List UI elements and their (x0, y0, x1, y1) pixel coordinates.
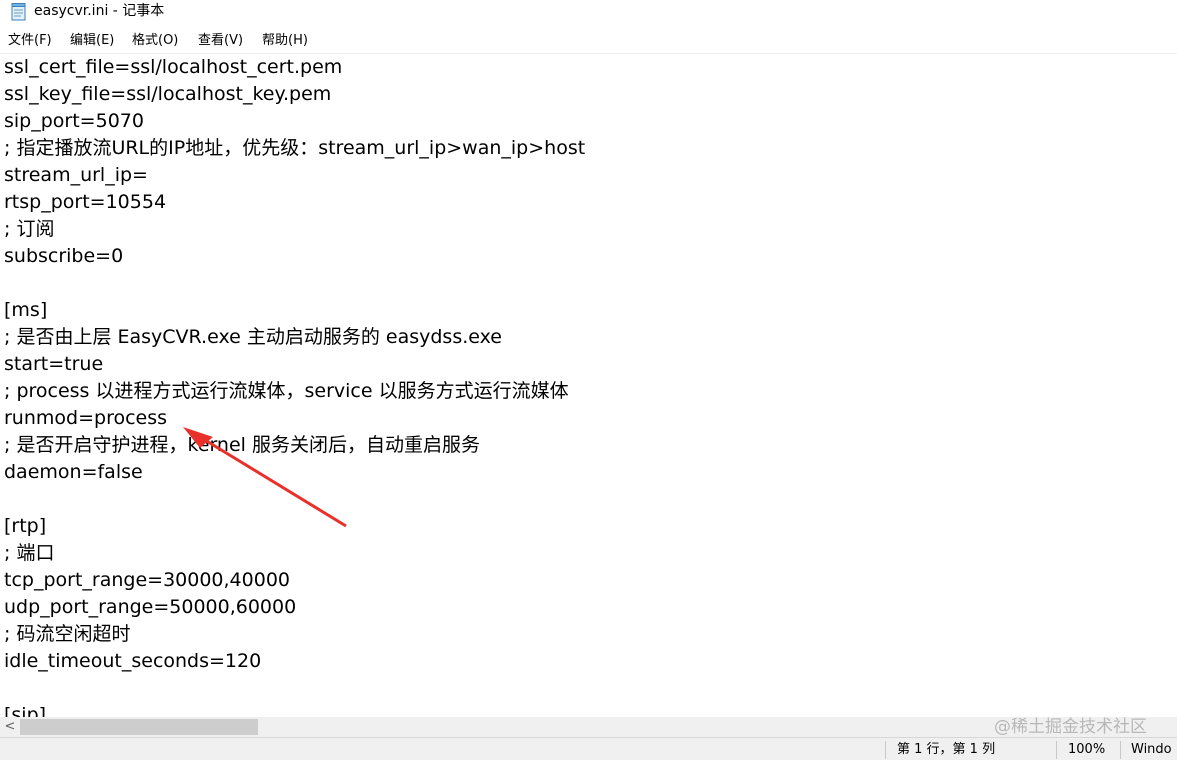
scroll-thumb[interactable] (20, 719, 258, 735)
annotation-arrow (183, 427, 347, 528)
status-divider (1120, 741, 1121, 759)
menu-edit[interactable]: 编辑(E) (70, 33, 114, 49)
menu-format[interactable]: 格式(O) (132, 33, 178, 49)
menu-view[interactable]: 查看(V) (198, 33, 243, 49)
title-bar: easycvr.ini - 记事本 (0, 0, 1177, 28)
zoom-level: 100% (1068, 742, 1106, 757)
menu-bar: 文件(F) 编辑(E) 格式(O) 查看(V) 帮助(H) (0, 30, 1177, 52)
status-bar: 第 1 行，第 1 列 100% Windo (0, 737, 1177, 760)
text-editor[interactable]: ssl_cert_file=ssl/localhost_cert.pem ssl… (0, 53, 1177, 718)
notepad-icon (11, 3, 26, 21)
line-ending: Windo (1131, 742, 1172, 757)
window-title: easycvr.ini - 记事本 (34, 3, 165, 19)
cursor-position: 第 1 行，第 1 列 (897, 742, 996, 757)
scroll-left-icon[interactable]: < (0, 717, 20, 737)
watermark: @稀土掘金技术社区 (994, 717, 1147, 737)
menu-help[interactable]: 帮助(H) (262, 33, 308, 49)
status-divider (1056, 741, 1057, 759)
status-divider (885, 741, 886, 759)
menu-file[interactable]: 文件(F) (8, 33, 52, 49)
